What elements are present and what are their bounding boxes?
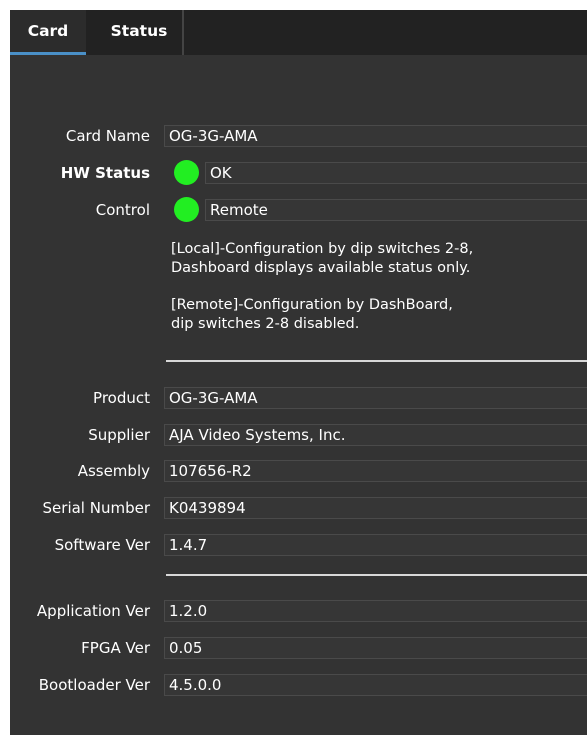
supplier-label: Supplier	[88, 426, 150, 444]
control-indicator-icon	[174, 197, 199, 222]
card-name-label: Card Name	[65, 127, 150, 145]
bootloader-ver-label: Bootloader Ver	[38, 676, 150, 694]
remote-mode-note: [Remote]-Configuration by DashBoard, dip…	[171, 296, 453, 334]
application-ver-field: 1.2.0	[164, 600, 587, 622]
remote-note-line2: dip switches 2-8 disabled.	[171, 316, 360, 332]
tab-card[interactable]: Card	[10, 10, 86, 55]
software-ver-label: Software Ver	[54, 536, 150, 554]
product-field: OG-3G-AMA	[164, 387, 587, 409]
card-panel: Card Status Card Name OG-3G-AMA HW Statu…	[10, 10, 587, 735]
control-label: Control	[95, 201, 150, 219]
local-mode-note: [Local]-Configuration by dip switches 2-…	[171, 240, 473, 278]
hw-status-field: OK	[205, 162, 587, 184]
supplier-field: AJA Video Systems, Inc.	[164, 424, 587, 446]
tab-status[interactable]: Status	[96, 10, 184, 55]
local-note-line2: Dashboard displays available status only…	[171, 260, 471, 276]
application-ver-label: Application Ver	[36, 602, 150, 620]
card-name-field[interactable]: OG-3G-AMA	[164, 125, 587, 147]
product-label: Product	[93, 389, 150, 407]
control-field[interactable]: Remote	[205, 199, 587, 221]
fpga-ver-field: 0.05	[164, 637, 587, 659]
fpga-ver-label: FPGA Ver	[81, 639, 150, 657]
local-note-line1: [Local]-Configuration by dip switches 2-…	[171, 241, 474, 257]
section-divider	[166, 360, 587, 362]
software-ver-field: 1.4.7	[164, 534, 587, 556]
assembly-label: Assembly	[77, 462, 150, 480]
serial-number-label: Serial Number	[42, 499, 150, 517]
tab-bar: Card Status	[10, 10, 587, 55]
bootloader-ver-field: 4.5.0.0	[164, 674, 587, 696]
serial-number-field: K0439894	[164, 497, 587, 519]
hw-status-label: HW Status	[60, 164, 150, 182]
hw-status-indicator-icon	[174, 160, 199, 185]
assembly-field: 107656-R2	[164, 460, 587, 482]
remote-note-line1: [Remote]-Configuration by DashBoard,	[171, 297, 453, 313]
section-divider-2	[166, 574, 587, 576]
